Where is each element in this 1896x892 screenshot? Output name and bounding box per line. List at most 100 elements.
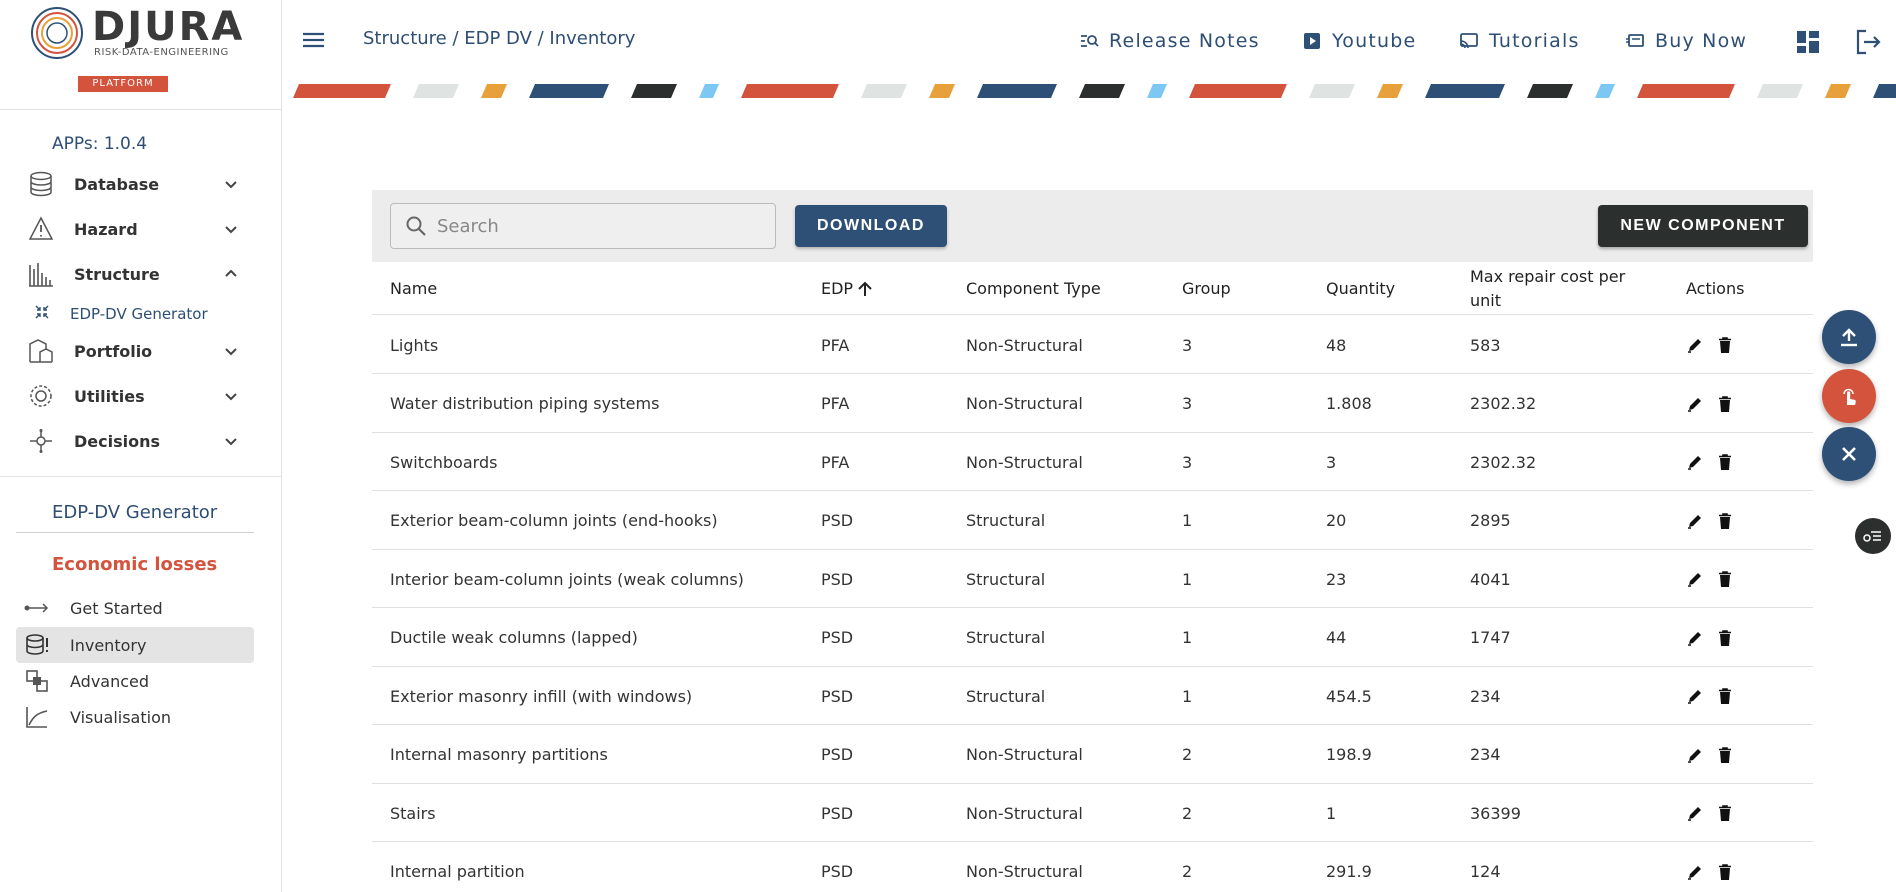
database-alert-icon [24,632,50,658]
delete-icon[interactable] [1716,570,1734,588]
cell-group: 2 [1182,862,1193,881]
youtube-link[interactable]: Youtube [1302,26,1416,56]
touch-fab[interactable] [1822,369,1876,423]
cell-group: 2 [1182,803,1193,823]
sort-ascending-icon [858,281,872,296]
delete-icon[interactable] [1716,804,1734,822]
step-inventory[interactable]: Inventory [16,627,254,663]
table-row: Internal masonry partitions PSD Non-Struct… [372,726,1813,784]
cell-name: Interior beam-column joints (weak column… [390,569,744,589]
edit-icon[interactable] [1686,453,1704,471]
delete-icon[interactable] [1716,512,1734,530]
column-header-group[interactable]: Group [1182,262,1231,315]
cell-cost: 124 [1470,862,1501,881]
cell-type: Structural [966,628,1046,647]
step-advanced[interactable]: Advanced [16,663,254,699]
search-icon [406,216,426,236]
decorative-stripe [293,84,1896,98]
cell-cost: 583 [1470,335,1501,355]
sidebar-item-structure[interactable]: Structure [0,254,282,294]
cell-group: 1 [1182,686,1193,706]
cell-group: 3 [1182,394,1193,413]
step-get-started[interactable]: Get Started [16,590,254,626]
tutorials-label: Tutorials [1489,30,1580,52]
upload-fab[interactable] [1822,310,1876,364]
column-header-label: EDP [821,278,854,298]
arrow-range-icon [24,595,50,621]
step-visualisation[interactable]: Visualisation [16,699,254,735]
layers-icon [24,668,50,694]
table-row: Exterior masonry infill (with windows) PS… [372,667,1813,725]
dashboard-icon[interactable] [1794,28,1822,56]
column-header-max-repair-cost[interactable]: Max repair cost per unit [1470,262,1640,315]
upload-icon [1841,328,1857,347]
sidebar-item-hazard[interactable]: Hazard [0,209,282,249]
sidebar-item-portfolio[interactable]: Portfolio [0,331,282,371]
edit-icon[interactable] [1686,570,1704,588]
column-header-edp[interactable]: EDP [821,262,874,315]
delete-icon[interactable] [1716,395,1734,413]
download-button[interactable]: DOWNLOAD [795,205,947,247]
delete-icon[interactable] [1716,746,1734,764]
brand-badge: PLATFORM [78,76,168,92]
chevron-down-icon [225,393,237,401]
column-header-quantity[interactable]: Quantity [1326,262,1395,315]
sidebar-item-label: Structure [74,264,160,284]
database-icon [26,169,56,199]
sidebar-item-decisions[interactable]: Decisions [0,421,282,461]
step-label: Advanced [70,671,150,691]
table-row: Switchboards PFA Non-Structural 3 3 2302.32 [372,433,1813,491]
delete-icon[interactable] [1716,336,1734,354]
logout-icon[interactable] [1854,28,1882,56]
sidebar-item-database[interactable]: Database [0,164,282,204]
delete-icon[interactable] [1716,453,1734,471]
logo[interactable]: DJURA RISK-DATA-ENGINEERING PLATFORM [0,0,282,110]
cell-group: 3 [1182,335,1193,355]
sidebar-subitem-label: EDP-DV Generator [70,305,208,323]
buildings-icon [26,259,56,289]
cell-type: Non-Structural [966,452,1083,472]
delete-icon[interactable] [1716,687,1734,705]
close-fab[interactable] [1822,427,1876,481]
checklist-icon [1863,531,1881,542]
edit-icon[interactable] [1686,804,1704,822]
menu-icon[interactable] [301,28,327,52]
edit-icon[interactable] [1686,746,1704,764]
warning-icon [26,214,56,244]
edit-icon[interactable] [1686,629,1704,647]
column-header-component-type[interactable]: Component Type [966,262,1101,315]
cell-quantity: 198.9 [1326,745,1372,764]
release-notes-label: Release Notes [1109,30,1260,52]
cell-edp: PSD [821,686,854,706]
edit-icon[interactable] [1686,512,1704,530]
accessibility-toggle[interactable] [1855,518,1891,554]
delete-icon[interactable] [1716,863,1734,881]
cell-edp: PSD [821,569,854,589]
edit-icon[interactable] [1686,687,1704,705]
search-input[interactable] [437,206,757,246]
cell-type: Structural [966,511,1046,530]
buy-now-link[interactable]: Buy Now [1625,26,1747,56]
chevron-down-icon [225,348,237,356]
cell-type: Non-Structural [966,803,1083,823]
brand-tagline: RISK-DATA-ENGINEERING [94,47,229,58]
new-component-button[interactable]: NEW COMPONENT [1598,205,1808,247]
column-header-name[interactable]: Name [390,262,437,315]
cell-type: Non-Structural [966,394,1083,413]
cell-name: Stairs [390,803,436,823]
sidebar-subitem-edp-dv-generator[interactable]: EDP-DV Generator [0,300,282,328]
delete-icon[interactable] [1716,629,1734,647]
edit-icon[interactable] [1686,336,1704,354]
close-icon [1842,447,1856,461]
cell-edp: PSD [821,745,854,764]
edit-icon[interactable] [1686,395,1704,413]
cell-name: Exterior masonry infill (with windows) [390,686,693,706]
release-notes-link[interactable]: Release Notes [1079,26,1260,56]
step-label: Visualisation [70,707,171,727]
cell-name: Internal masonry partitions [390,745,608,764]
sidebar-item-label: Decisions [74,431,161,451]
sidebar-item-utilities[interactable]: Utilities [0,376,282,416]
sidebar-item-label: Portfolio [74,341,153,361]
tutorials-link[interactable]: Tutorials [1459,26,1580,56]
edit-icon[interactable] [1686,863,1704,881]
